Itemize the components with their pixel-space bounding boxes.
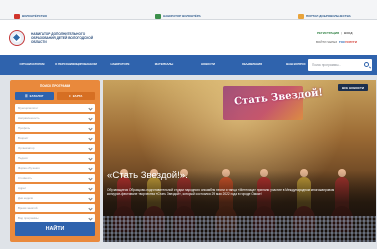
nav-item-navigator[interactable]: НАВИГАТОРЕ	[98, 63, 142, 67]
list-icon: ☰	[24, 94, 28, 98]
tab-catalog[interactable]: ☰ КАТАЛОГ	[15, 92, 54, 100]
audience-texture	[103, 216, 376, 242]
nav-item-about[interactable]: О ПЕРСОНИФИЦИРОВАННОМ	[54, 63, 98, 67]
nav-item-organizers[interactable]: ОРГАНИЗАТОРАМ	[10, 63, 54, 67]
filter-select[interactable]: Форма обучения	[15, 163, 95, 173]
top-bar: ВОЛОНТЁРСТВО НАВИГАТОР ВОЛОНТЁРА ПОРТАЛ …	[0, 0, 377, 20]
news-banner[interactable]: Стать Звездой! ВСЕ НОВОСТИ «Стать Звездо…	[103, 80, 376, 242]
main-nav: ОРГАНИЗАТОРАМ О ПЕРСОНИФИЦИРОВАННОМ НАВИ…	[0, 55, 377, 75]
navigator-logo-icon	[155, 13, 161, 19]
filter-select[interactable]: Муниципалитет	[15, 104, 95, 113]
nav-item-news[interactable]: НОВОСТИ	[186, 63, 230, 67]
login-via-label: ВОЙТИ ЧЕРЕЗ	[316, 40, 337, 44]
filter-select[interactable]: Адрес	[15, 183, 95, 193]
volunteer-logo-icon	[14, 13, 20, 19]
gosuslugi-login[interactable]: ВОЙТИ ЧЕРЕЗ ГОСУСЛУГИ	[316, 40, 357, 44]
tab-label: КАТАЛОГ	[29, 94, 44, 98]
filter-select[interactable]: Направленность	[15, 113, 95, 123]
search-mode-tabs: ☰ КАТАЛОГ ⌖ КАРТА	[15, 92, 95, 100]
filter-select[interactable]: Дни недели	[15, 193, 95, 203]
tab-map[interactable]: ⌖ КАРТА	[56, 92, 95, 100]
tab-label: КАРТА	[72, 94, 83, 98]
nav-item-materials[interactable]: МАТЕРИАЛЫ	[142, 63, 186, 67]
topbar-link-label: НАВИГАТОР ВОЛОНТЁРА	[163, 14, 201, 18]
topbar-link-label: ПОРТАЛ ДОБРОВОЛЬЧЕСТВА	[306, 14, 351, 18]
register-link[interactable]: РЕГИСТРАЦИЯ	[317, 31, 339, 35]
auth-links: РЕГИСТРАЦИЯ | ВХОД	[317, 31, 352, 35]
nav-item-announcements[interactable]: ОБЪЯВЛЕНИЯ	[230, 63, 274, 67]
filter-select[interactable]: Педагог	[15, 153, 95, 163]
filter-select[interactable]: Вид программы	[15, 213, 95, 223]
find-button[interactable]: НАЙТИ	[15, 222, 95, 236]
site-logo[interactable]	[9, 30, 25, 46]
filter-select[interactable]: Возраст	[15, 133, 95, 143]
site-header: НАВИГАТОР ДОПОЛНИТЕЛЬНОГО ОБРАЗОВАНИЯ ДЕ…	[0, 20, 377, 55]
all-news-button[interactable]: ВСЕ НОВОСТИ	[337, 84, 368, 91]
topbar-link-volunteering[interactable]: ВОЛОНТЁРСТВО	[14, 13, 47, 19]
news-summary: Обучающиеся Образцово-подготовительной с…	[107, 188, 335, 197]
org-name: НАВИГАТОР ДОПОЛНИТЕЛЬНОГО ОБРАЗОВАНИЯ ДЕ…	[31, 32, 94, 44]
search-icon[interactable]	[364, 62, 369, 67]
portal-logo-icon	[298, 13, 304, 19]
program-search-panel: ПОИСК ПРОГРАММ ☰ КАТАЛОГ ⌖ КАРТА Муницип…	[10, 80, 100, 242]
topbar-link-label: ВОЛОНТЁРСТВО	[22, 14, 48, 18]
filter-select[interactable]: Стоимость	[15, 173, 95, 183]
filter-select[interactable]: Время занятий	[15, 203, 95, 213]
gosuslugi-logo: ГОСУСЛУГИ	[338, 40, 357, 44]
news-title[interactable]: «Стать Звездой!».	[107, 170, 188, 181]
filter-select[interactable]: Профиль	[15, 123, 95, 133]
panel-title: ПОИСК ПРОГРАММ	[39, 84, 71, 88]
search-placeholder: Поиск программы...	[312, 63, 342, 67]
login-link[interactable]: ВХОД	[344, 31, 352, 35]
map-pin-icon: ⌖	[69, 94, 71, 98]
topbar-link-portal[interactable]: ПОРТАЛ ДОБРОВОЛЬЧЕСТВА	[298, 13, 351, 19]
search-input[interactable]: Поиск программы...	[308, 59, 372, 71]
separator: |	[341, 31, 343, 35]
emblem-icon	[12, 33, 21, 42]
topbar-link-navigator[interactable]: НАВИГАТОР ВОЛОНТЁРА	[155, 13, 201, 19]
filter-select[interactable]: Организатор	[15, 143, 95, 153]
filter-fields: Муниципалитет Направленность Профиль Воз…	[15, 104, 95, 224]
